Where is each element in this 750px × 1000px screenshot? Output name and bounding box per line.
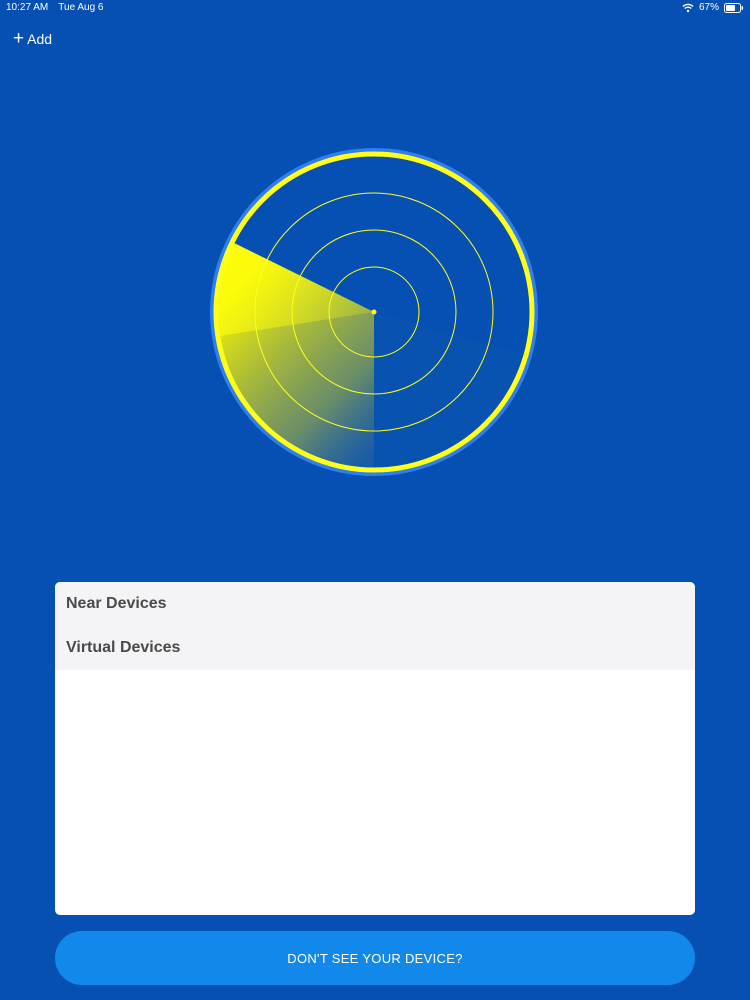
devices-list-empty-area <box>55 670 695 915</box>
add-button[interactable]: + Add <box>13 28 53 49</box>
virtual-devices-label: Virtual Devices <box>66 639 181 656</box>
wifi-icon <box>682 3 694 13</box>
devices-panel: Near Devices Virtual Devices <box>55 582 695 915</box>
status-right: 67% <box>682 2 744 13</box>
dont-see-device-button[interactable]: DON'T SEE YOUR DEVICE? <box>55 931 695 985</box>
add-label: Add <box>27 31 53 47</box>
dont-see-device-label: DON'T SEE YOUR DEVICE? <box>287 950 463 966</box>
status-left: 10:27 AM Tue Aug 6 <box>6 2 104 13</box>
radar-center-dot <box>371 309 377 315</box>
battery-icon <box>724 2 744 13</box>
status-date: Tue Aug 6 <box>58 2 104 13</box>
battery-percent: 67% <box>698 2 719 13</box>
section-near-devices[interactable]: Near Devices <box>55 582 695 626</box>
radar-graphic <box>210 148 538 476</box>
plus-icon: + <box>13 28 25 49</box>
status-bar: 10:27 AM Tue Aug 6 67% <box>0 0 750 16</box>
section-virtual-devices[interactable]: Virtual Devices <box>55 626 695 670</box>
near-devices-label: Near Devices <box>66 595 167 612</box>
radar-scanner <box>208 146 540 478</box>
status-time: 10:27 AM <box>6 2 49 13</box>
